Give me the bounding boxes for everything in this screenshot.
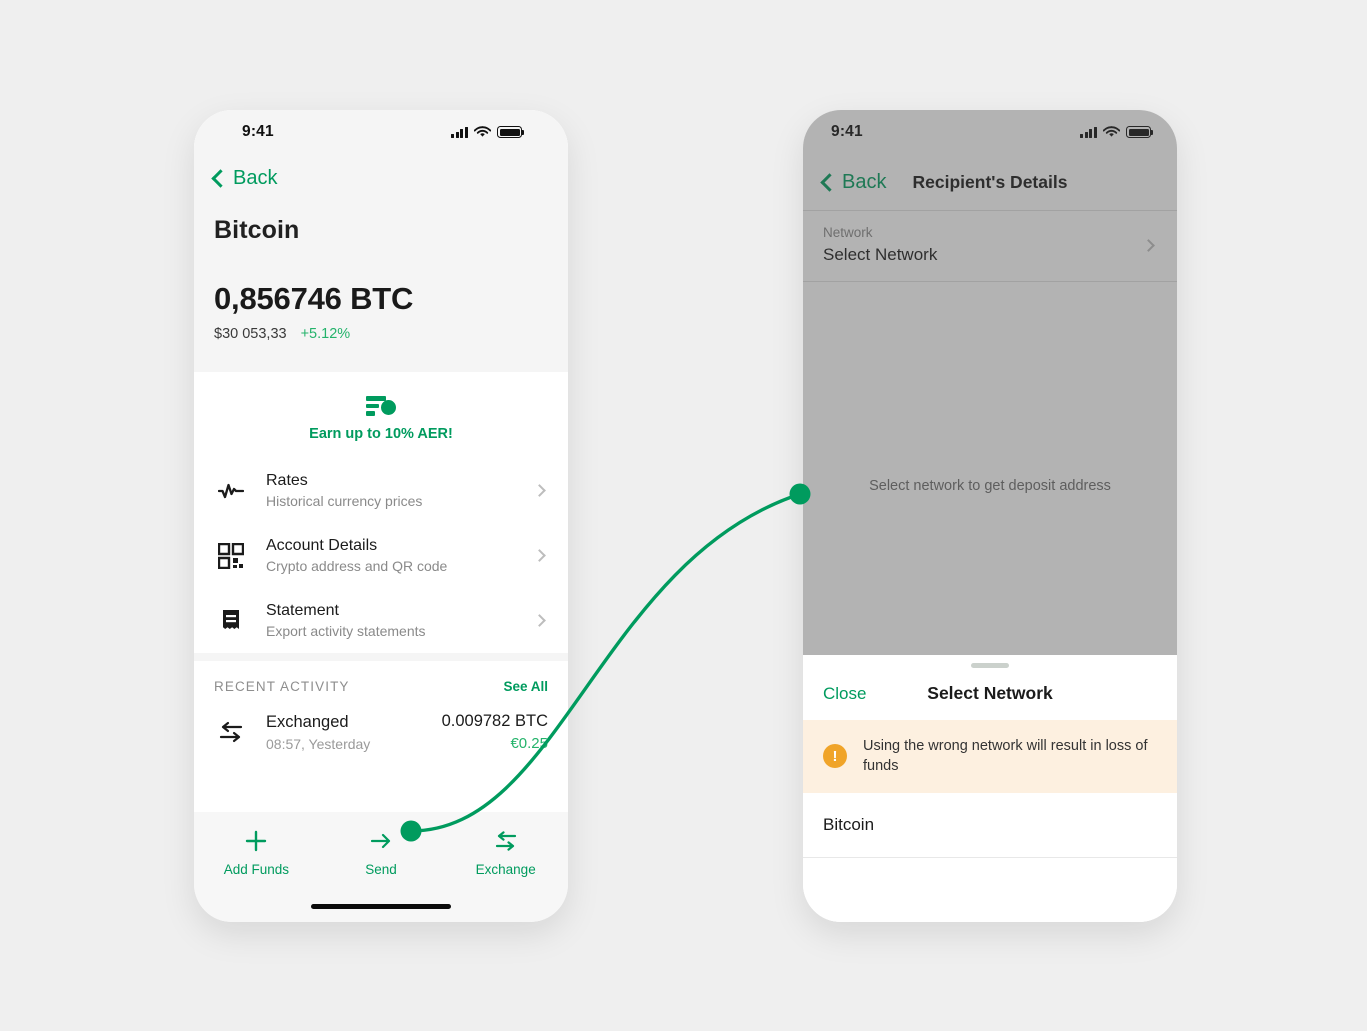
see-all-link[interactable]: See All — [503, 679, 548, 694]
menu-item-title: Statement — [266, 602, 339, 619]
back-label: Back — [233, 167, 278, 189]
asset-change-badge: +5.12% — [300, 326, 351, 342]
tab-label: Add Funds — [223, 862, 289, 877]
recent-activity-header: RECENT ACTIVITY See All — [194, 661, 568, 704]
page-title: Bitcoin — [214, 216, 300, 244]
status-bar-left: 9:41 — [214, 110, 548, 154]
canvas: 9:41 Back Bitcoin 0,856746 BTC $30 053,3… — [0, 0, 1367, 1031]
asset-balance: 0,856746 BTC — [214, 281, 414, 316]
earn-promo-label: Earn up to 10% AER! — [309, 426, 453, 442]
exchange-arrows-icon — [443, 826, 568, 856]
activity-row-values: 0.009782 BTC €0.25 — [442, 712, 548, 752]
chevron-right-icon — [1142, 238, 1155, 252]
menu-item-rates[interactable]: Rates Historical currency prices — [194, 458, 568, 523]
asset-fiat-value: $30 053,33 — [214, 326, 287, 342]
bottom-action-bar: Add Funds Send Exchange — [194, 812, 568, 922]
receipt-icon — [214, 604, 248, 638]
asset-subrow: $30 053,33 +5.12% — [214, 326, 548, 342]
menu-item-account-details-text: Account Details Crypto address and QR co… — [266, 537, 535, 574]
recent-activity-heading: RECENT ACTIVITY — [214, 679, 350, 694]
deposit-hint-text: Select network to get deposit address — [869, 478, 1111, 494]
close-button[interactable]: Close — [823, 684, 866, 704]
battery-full-icon — [1126, 126, 1154, 138]
tab-exchange[interactable]: Exchange — [443, 826, 568, 877]
network-label: Network — [823, 225, 873, 240]
activity-row-text: Exchanged 08:57, Yesterday — [266, 713, 442, 752]
menu-item-title: Rates — [266, 472, 308, 489]
home-indicator — [311, 904, 451, 909]
menu-item-statement[interactable]: Statement Export activity statements — [194, 588, 568, 653]
phone-right: 9:41 Back Recipient's Details Network Se… — [803, 110, 1177, 922]
screen-recipient-details: 9:41 Back Recipient's Details Network Se… — [803, 110, 1177, 922]
wifi-icon — [1103, 126, 1120, 137]
chevron-left-icon — [820, 172, 839, 192]
status-icons — [451, 126, 525, 138]
network-option-bitcoin[interactable]: Bitcoin — [803, 793, 1177, 858]
cellular-signal-icon — [1080, 126, 1097, 138]
sheet-header: Close Select Network — [803, 668, 1177, 720]
status-time: 9:41 — [831, 123, 863, 140]
menu-item-account-details[interactable]: Account Details Crypto address and QR co… — [194, 523, 568, 588]
menu-item-subtitle: Historical currency prices — [266, 493, 423, 509]
activity-amount: 0.009782 BTC — [441, 712, 548, 730]
earn-rate-icon — [366, 394, 396, 418]
activity-row[interactable]: Exchanged 08:57, Yesterday 0.009782 BTC … — [194, 704, 568, 760]
status-time: 9:41 — [242, 123, 274, 140]
back-label: Back — [842, 170, 887, 193]
menu-item-statement-text: Statement Export activity statements — [266, 602, 535, 639]
exchange-arrows-icon — [214, 721, 248, 743]
plus-icon — [194, 826, 319, 856]
tab-label: Exchange — [475, 862, 536, 877]
back-button-left[interactable]: Back — [211, 154, 548, 190]
battery-full-icon — [497, 126, 525, 138]
chevron-right-icon — [533, 614, 546, 627]
menu-item-subtitle: Crypto address and QR code — [266, 558, 448, 574]
status-icons — [1080, 126, 1154, 138]
network-warning-banner: ! Using the wrong network will result in… — [803, 719, 1177, 793]
activity-fiat: €0.25 — [510, 735, 548, 752]
warning-text: Using the wrong network will result in l… — [863, 737, 1148, 775]
section-divider — [194, 653, 568, 661]
asset-hero: 9:41 Back Bitcoin 0,856746 BTC $30 053,3… — [194, 110, 568, 372]
screen-asset-detail: 9:41 Back Bitcoin 0,856746 BTC $30 053,3… — [194, 110, 568, 878]
menu-item-subtitle: Export activity statements — [266, 623, 426, 639]
warning-exclamation-icon: ! — [823, 744, 847, 769]
network-value: Select Network — [823, 245, 938, 264]
activity-time: 08:57, Yesterday — [266, 735, 371, 752]
network-select-row[interactable]: Network Select Network — [803, 210, 1177, 282]
tab-add-funds[interactable]: Add Funds — [194, 826, 319, 877]
tab-label: Send — [365, 862, 397, 877]
status-bar-right: 9:41 — [803, 110, 1177, 154]
menu-item-title: Account Details — [266, 537, 378, 554]
earn-promo-banner[interactable]: Earn up to 10% AER! — [194, 372, 568, 458]
chevron-left-icon — [211, 169, 230, 188]
phone-left: 9:41 Back Bitcoin 0,856746 BTC $30 053,3… — [194, 110, 568, 922]
deposit-placeholder-area: Select network to get deposit address — [803, 282, 1177, 632]
network-select-text: Network Select Network — [823, 225, 1144, 265]
chevron-right-icon — [533, 484, 546, 497]
menu-item-rates-text: Rates Historical currency prices — [266, 472, 535, 509]
activity-name: Exchanged — [266, 712, 349, 731]
select-network-sheet: Close Select Network ! Using the wrong n… — [803, 655, 1177, 922]
pulse-chart-icon — [214, 474, 248, 508]
nav-bar-right: Back Recipient's Details — [803, 154, 1177, 210]
chevron-right-icon — [533, 549, 546, 562]
back-button-right[interactable]: Back — [820, 170, 887, 194]
asset-menu: Rates Historical currency prices Account… — [194, 458, 568, 653]
qr-code-icon — [214, 539, 248, 573]
wifi-icon — [474, 126, 491, 137]
cellular-signal-icon — [451, 126, 468, 138]
arrow-right-icon — [319, 826, 444, 856]
tab-send[interactable]: Send — [319, 826, 444, 877]
